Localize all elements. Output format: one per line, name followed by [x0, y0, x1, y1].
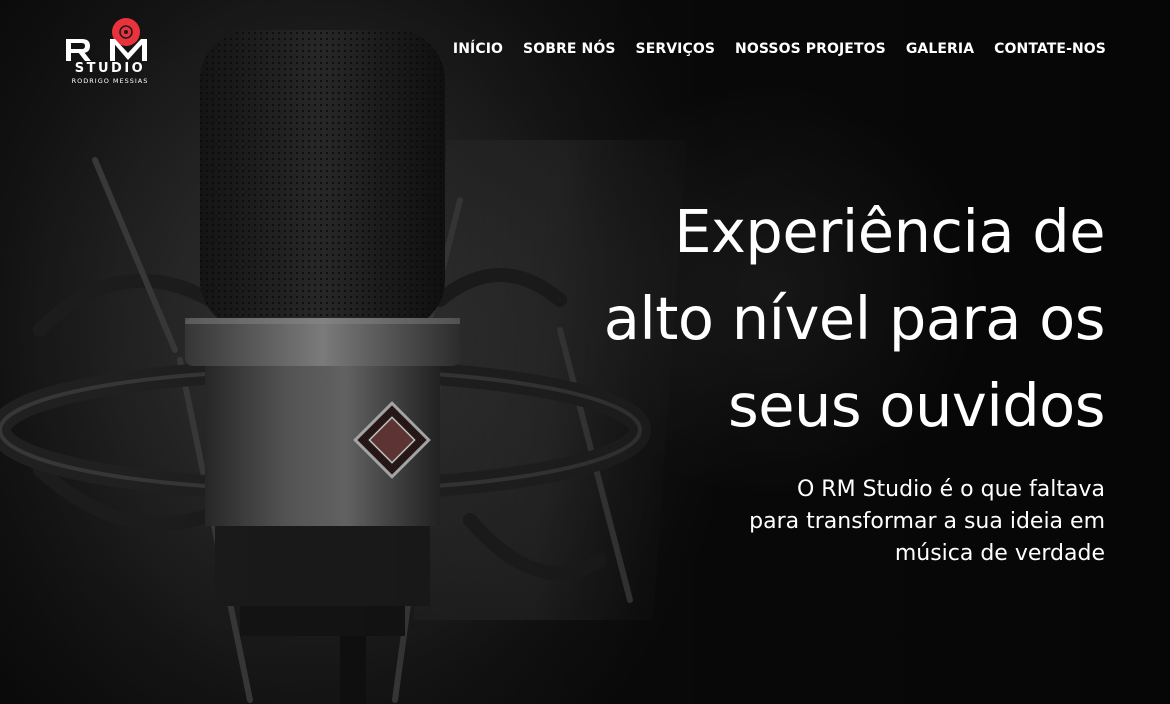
nav-galeria[interactable]: GALERIA [906, 38, 974, 60]
svg-text:RODRIGO MESSIAS: RODRIGO MESSIAS [72, 77, 149, 85]
hero-title-line: Experiência de [674, 197, 1105, 266]
hero-title: Experiência de alto nível para os seus o… [505, 188, 1106, 449]
nav-nossos-projetos[interactable]: NOSSOS PROJETOS [735, 38, 886, 60]
hero-section: STUDIO RODRIGO MESSIAS RM INÍCIO SOBRE N… [0, 0, 1170, 704]
hero-subtitle-line: O RM Studio é o que faltava [797, 477, 1105, 502]
hero-title-line: alto nível para os [603, 284, 1106, 353]
nav-servicos[interactable]: SERVIÇOS [636, 38, 716, 60]
nav-inicio[interactable]: INÍCIO [453, 38, 503, 60]
hero-subtitle-line: música de verdade [894, 541, 1105, 566]
site-header: STUDIO RODRIGO MESSIAS RM INÍCIO SOBRE N… [0, 0, 1170, 100]
svg-text:STUDIO: STUDIO [75, 61, 145, 76]
hero-subtitle: O RM Studio é o que faltava para transfo… [685, 474, 1105, 570]
logo[interactable]: STUDIO RODRIGO MESSIAS RM [64, 12, 156, 86]
hero-title-line: seus ouvidos [727, 371, 1106, 440]
hero-subtitle-line: para transformar a sua ideia em [749, 509, 1105, 534]
nav-sobre-nos[interactable]: SOBRE NÓS [523, 38, 615, 60]
main-nav: INÍCIO SOBRE NÓS SERVIÇOS NOSSOS PROJETO… [453, 38, 1106, 60]
nav-contate-nos[interactable]: CONTATE-NOS [994, 38, 1106, 60]
logo-wordmark: STUDIO RODRIGO MESSIAS [72, 61, 149, 85]
